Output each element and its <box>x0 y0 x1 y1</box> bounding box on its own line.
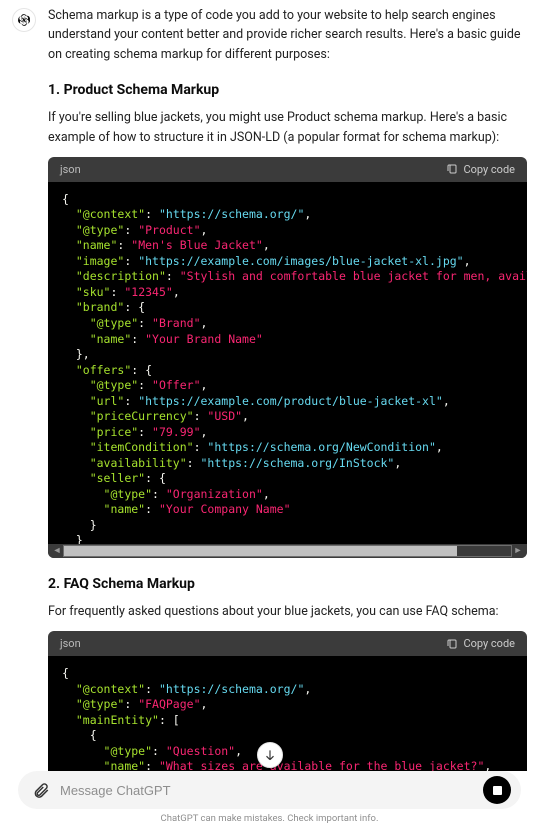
code-lang-label: json <box>60 637 81 650</box>
paperclip-icon <box>32 781 50 799</box>
chat-scroll-area[interactable]: Schema markup is a type of code you add … <box>0 0 539 780</box>
code-header: json Copy code <box>48 157 527 182</box>
arrow-down-icon <box>263 748 277 762</box>
code-block-faq: json Copy code { "@context": "https://sc… <box>48 631 527 780</box>
copy-code-button[interactable]: Copy code <box>446 163 515 176</box>
scroll-left-arrow-icon[interactable]: ◄ <box>51 545 63 557</box>
message-input[interactable] <box>60 783 473 798</box>
stop-button[interactable] <box>483 776 511 804</box>
stop-icon <box>493 786 502 795</box>
code-block-product: json Copy code { "@context": "https://sc… <box>48 157 527 558</box>
code-body-faq[interactable]: { "@context": "https://schema.org/", "@t… <box>48 666 527 780</box>
scroll-right-arrow-icon[interactable]: ► <box>512 545 524 557</box>
section2-text: For frequently asked questions about you… <box>48 602 527 621</box>
disclaimer-text: ChatGPT can make mistakes. Check importa… <box>18 809 521 824</box>
code-lang-label: json <box>60 163 81 176</box>
section1-text: If you're selling blue jackets, you migh… <box>48 108 527 147</box>
scrollbar-track[interactable] <box>63 545 512 557</box>
intro-paragraph: Schema markup is a type of code you add … <box>48 6 527 64</box>
horizontal-scrollbar[interactable]: ◄ ► <box>48 544 527 558</box>
code-body-product[interactable]: { "@context": "https://schema.org/", "@t… <box>48 192 527 544</box>
composer <box>18 771 521 809</box>
section1-heading: 1. Product Schema Markup <box>48 82 527 98</box>
clipboard-icon <box>446 638 458 650</box>
section2-heading: 2. FAQ Schema Markup <box>48 576 527 592</box>
assistant-avatar <box>12 8 36 32</box>
openai-logo-icon <box>17 13 31 27</box>
code-header: json Copy code <box>48 631 527 656</box>
assistant-content: Schema markup is a type of code you add … <box>48 6 527 780</box>
copy-code-label: Copy code <box>463 637 515 650</box>
copy-code-button[interactable]: Copy code <box>446 637 515 650</box>
composer-wrap: ChatGPT can make mistakes. Check importa… <box>0 771 539 828</box>
clipboard-icon <box>446 163 458 175</box>
attach-button[interactable] <box>32 781 50 799</box>
scrollbar-thumb[interactable] <box>64 546 457 556</box>
scroll-to-bottom-button[interactable] <box>257 742 283 768</box>
copy-code-label: Copy code <box>463 163 515 176</box>
assistant-message: Schema markup is a type of code you add … <box>12 6 527 780</box>
